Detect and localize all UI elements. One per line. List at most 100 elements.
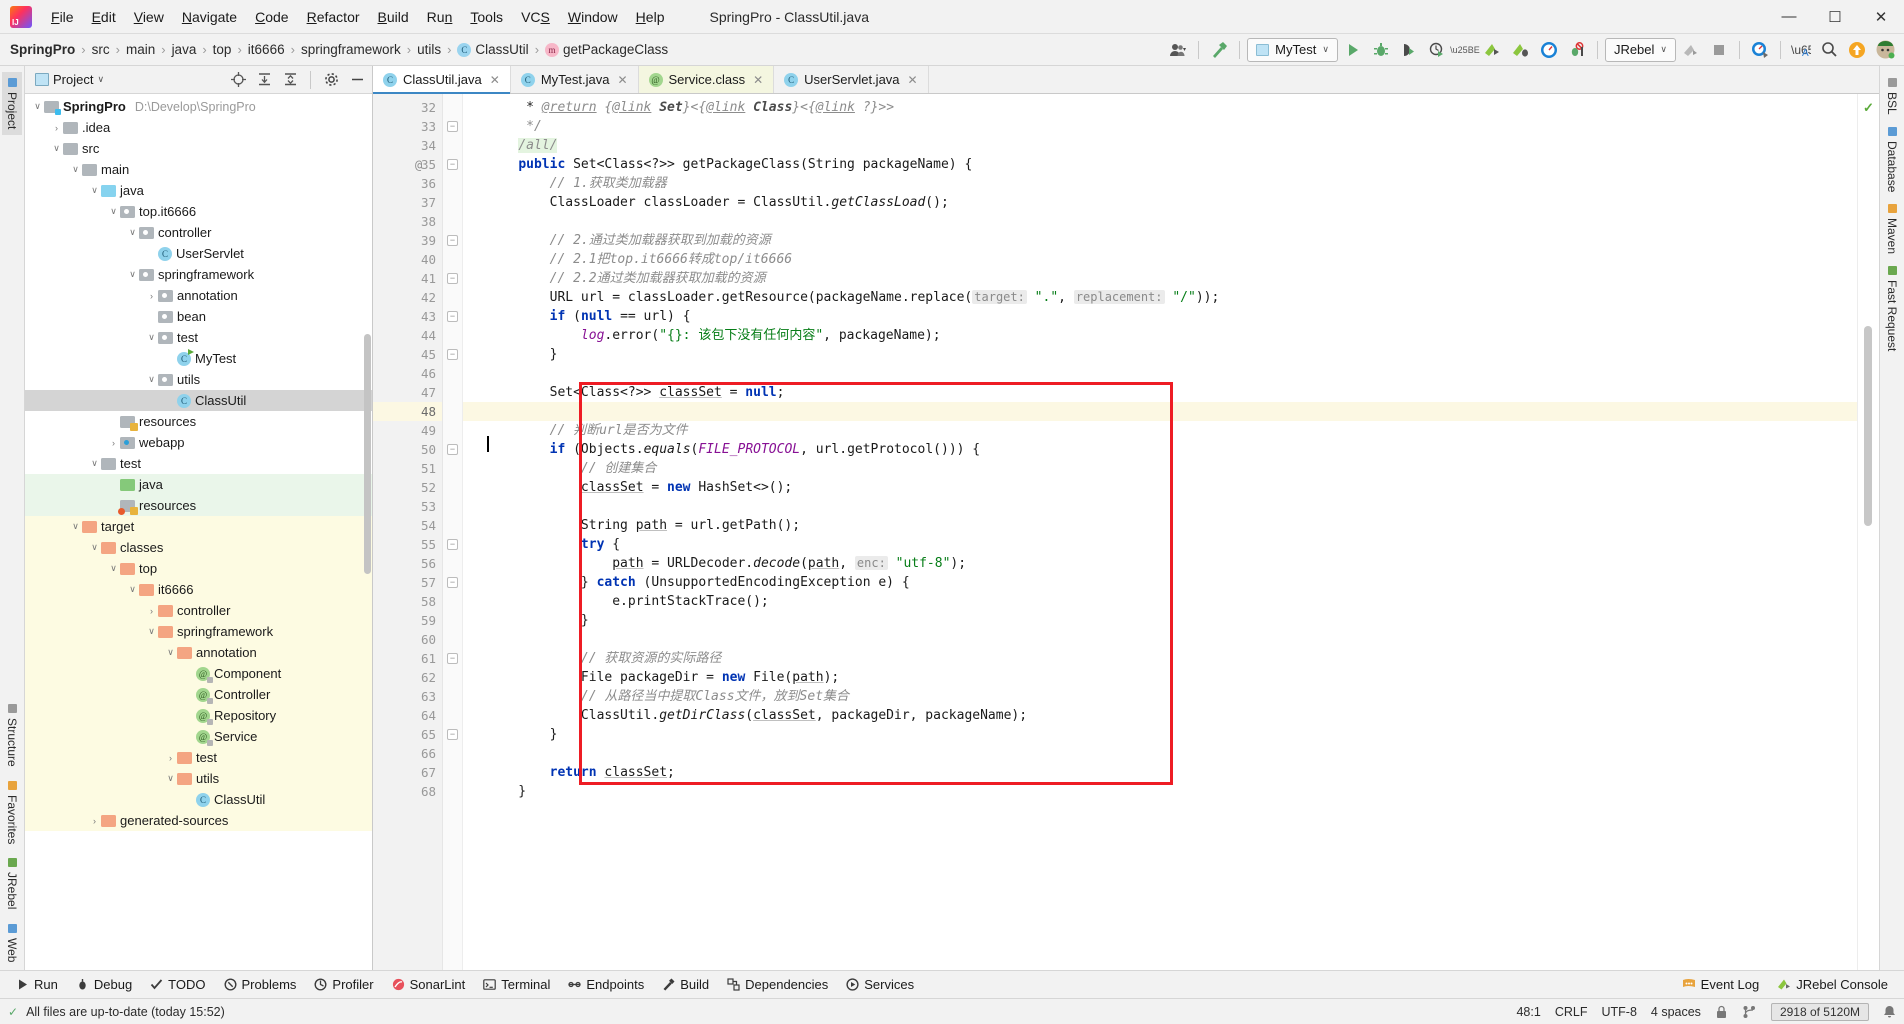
breadcrumb-item-it6666[interactable]: it6666 [244,40,289,59]
tool-window-dependencies[interactable]: Dependencies [719,974,836,995]
editor-scrollbar[interactable] [1864,326,1872,526]
tool-window-jrebel-console[interactable]: JRebel Console [1769,974,1896,995]
rail-item-favorites[interactable]: Favorites [2,775,22,850]
hide-icon[interactable] [346,69,368,91]
tool-window-debug[interactable]: Debug [68,974,140,995]
code-line-68[interactable]: } [463,782,1857,801]
menu-item-edit[interactable]: Edit [83,5,125,29]
chevron-down-icon[interactable]: ∨ [126,269,139,280]
code-line-58[interactable]: e.printStackTrace(); [463,592,1857,611]
chevron-down-icon[interactable]: ∨ [164,647,177,658]
tree-node-webapp[interactable]: › webapp [25,432,372,453]
tool-window-event-log[interactable]: Event Log [1674,974,1768,995]
code-line-47[interactable]: Set<Class<?>> classSet = null; [463,383,1857,402]
code-line-41[interactable]: // 2.2通过类加载器获取加载的资源 [463,269,1857,288]
chevron-down-icon[interactable]: ∨ [88,458,101,469]
lock-icon[interactable] [1715,1005,1728,1019]
tree-node-bean[interactable]: · bean [25,306,372,327]
file-encoding[interactable]: UTF-8 [1601,1005,1636,1019]
chevron-down-icon[interactable]: ∨ [126,227,139,238]
editor-tab-classutil-java[interactable]: C ClassUtil.java ✕ [373,66,511,94]
tool-window-todo[interactable]: TODO [142,974,213,995]
code-line-63[interactable]: // 从路径当中提取Class文件，放到Set集合 [463,687,1857,706]
code-line-59[interactable]: } [463,611,1857,630]
code-line-46[interactable] [463,364,1857,383]
close-button[interactable]: ✕ [1858,1,1904,33]
menu-item-refactor[interactable]: Refactor [298,5,369,29]
menu-item-navigate[interactable]: Navigate [173,5,246,29]
minimize-button[interactable]: — [1766,1,1812,33]
caret-position[interactable]: 48:1 [1516,1005,1540,1019]
rail-item-jrebel[interactable]: JRebel [2,852,22,915]
chevron-right-icon[interactable]: › [107,438,120,448]
tool-window-build[interactable]: Build [654,974,717,995]
close-tab-icon[interactable]: ✕ [490,73,500,87]
tool-window-terminal[interactable]: Terminal [475,974,558,995]
memory-indicator[interactable]: 2918 of 5120M [1770,1002,1869,1021]
code-line-48[interactable] [463,402,1857,421]
menu-item-view[interactable]: View [125,5,173,29]
menu-item-build[interactable]: Build [369,5,418,29]
menu-item-vcs[interactable]: VCS [512,5,559,29]
tree-node-test[interactable]: ∨ test [25,453,372,474]
search-everywhere-icon[interactable] [1816,38,1842,62]
code-line-54[interactable]: String path = url.getPath(); [463,516,1857,535]
tree-node-java[interactable]: ∨ java [25,180,372,201]
code-line-61[interactable]: // 获取资源的实际路径 [463,649,1857,668]
maximize-button[interactable]: ☐ [1812,1,1858,33]
tree-node-userservlet[interactable]: ·C UserServlet [25,243,372,264]
tool-window-profiler[interactable]: Profiler [306,974,381,995]
tree-node-it6666[interactable]: ∨ it6666 [25,579,372,600]
chevron-down-icon[interactable]: ∨ [145,374,158,385]
code-line-53[interactable] [463,497,1857,516]
code-line-49[interactable]: // 判断url是否为文件 [463,421,1857,440]
menu-item-window[interactable]: Window [559,5,627,29]
breadcrumb-item-springframework[interactable]: springframework [297,40,405,59]
project-tree[interactable]: ∨ SpringPro D:\Develop\SpringPro › .idea ∨ src… [25,94,372,970]
tool-window-run[interactable]: Run [8,974,66,995]
chevron-down-icon[interactable]: ∨ [107,206,120,217]
chevron-down-icon[interactable]: ∨ [88,185,101,196]
chevron-right-icon[interactable]: › [145,291,158,301]
code-line-50[interactable]: if (Objects.equals(FILE_PROTOCOL, url.ge… [463,440,1857,459]
menu-item-code[interactable]: Code [246,5,297,29]
tree-node-src[interactable]: ∨ src [25,138,372,159]
run-with-coverage-icon[interactable] [1396,38,1422,62]
annotation-marker-icon[interactable]: @ [415,158,422,172]
code-line-55[interactable]: try { [463,535,1857,554]
run-configuration-selector[interactable]: MyTest ∨ [1247,37,1338,62]
update-icon[interactable] [1844,38,1870,62]
tree-node-mytest[interactable]: ·CMyTest [25,348,372,369]
tree-node-utils[interactable]: ∨ utils [25,768,372,789]
debug-icon[interactable] [1368,38,1394,62]
code-line-33[interactable]: */ [463,117,1857,136]
menu-item-file[interactable]: File [42,5,83,29]
tree-node-annotation[interactable]: ∨ annotation [25,642,372,663]
tree-node-test[interactable]: › test [25,747,372,768]
code-line-65[interactable]: } [463,725,1857,744]
tree-node-component[interactable]: ·@Component [25,663,372,684]
code-line-36[interactable]: // 1.获取类加载器 [463,174,1857,193]
profile-icon[interactable] [1424,38,1450,62]
fold-toggle-icon[interactable]: − [447,159,458,170]
tree-node-resources[interactable]: · resources [25,411,372,432]
editor-tab-mytest-java[interactable]: C MyTest.java ✕ [511,66,639,93]
fold-toggle-icon[interactable]: − [447,653,458,664]
editor-tab-service-class[interactable]: @ Service.class ✕ [638,66,775,93]
chevron-down-icon[interactable]: ∨ [145,332,158,343]
breadcrumb-item-java[interactable]: java [168,40,201,59]
rail-item-project[interactable]: Project [2,72,22,136]
code-text-area[interactable]: * @return {@link Set}<{@link Class}<{@li… [463,94,1857,970]
chevron-right-icon[interactable]: › [88,816,101,826]
jrebel-console-icon[interactable] [1747,38,1773,62]
chevron-down-icon[interactable]: ∨ [126,584,139,595]
tree-node-service[interactable]: ·@Service [25,726,372,747]
tree-node-top[interactable]: ∨ top [25,558,372,579]
tree-node-top-it6666[interactable]: ∨ top.it6666 [25,201,372,222]
tool-window-sonarlint[interactable]: SonarLint [384,974,474,995]
code-folding-gutter[interactable]: − − − − − − − − − − − [443,94,463,970]
editor-markup-gutter[interactable]: ✓ [1857,94,1879,970]
chevron-down-icon[interactable]: ∨ [164,773,177,784]
chevron-right-icon[interactable]: › [50,123,63,133]
chevron-down-icon[interactable]: ∨ [97,74,104,85]
